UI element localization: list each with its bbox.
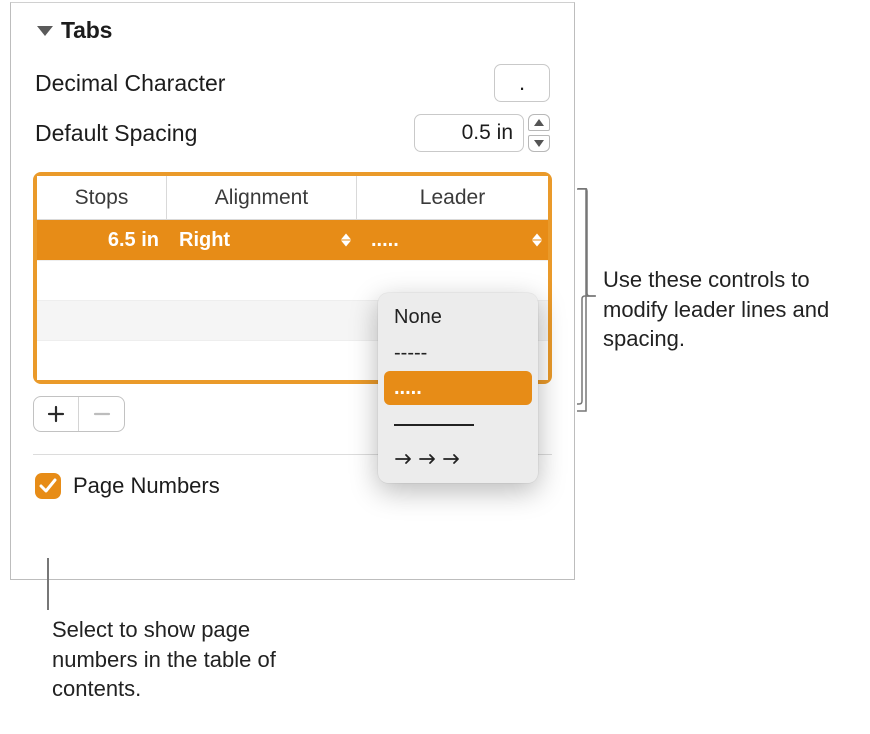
decimal-character-value: . [519,70,525,96]
stepper-up-button[interactable] [528,114,550,131]
tab-stop-row[interactable]: 6.5 in Right ..... [37,220,548,260]
leader-dropdown-menu: None ----- ..... [378,293,538,483]
tabs-section-header[interactable]: Tabs [33,15,552,58]
add-tabstop-button[interactable] [34,397,79,431]
tabs-panel: Tabs Decimal Character . Default Spacing… [10,2,575,580]
tab-alignment-select[interactable]: Right [167,220,357,260]
remove-tabstop-button[interactable] [79,397,124,431]
decimal-character-label: Decimal Character [35,70,225,97]
leader-option-none[interactable]: None [378,299,538,335]
default-spacing-stepper [528,114,550,152]
column-header-leader[interactable]: Leader [357,176,548,219]
leader-option-dots[interactable]: ..... [384,371,532,405]
callout-page-numbers: Select to show page numbers in the table… [52,615,312,704]
callout-bracket-icon [576,188,598,412]
leader-option-arrows[interactable] [378,441,538,477]
page-numbers-checkbox[interactable] [35,473,61,499]
stepper-down-button[interactable] [528,135,550,152]
column-header-alignment[interactable]: Alignment [167,176,357,219]
updown-chevron-icon [341,234,351,247]
tab-leader-select[interactable]: ..... [357,220,548,260]
tab-alignment-value: Right [179,229,230,252]
chevron-down-icon [37,25,53,37]
leader-option-underline[interactable] [378,405,538,441]
updown-chevron-icon [532,234,542,247]
section-title: Tabs [61,17,112,44]
add-remove-tabstop [33,396,125,432]
default-spacing-label: Default Spacing [35,120,197,147]
leader-option-dashes[interactable]: ----- [378,335,538,371]
checkmark-icon [39,478,57,494]
default-spacing-value: 0.5 in [462,121,513,145]
decimal-character-input[interactable]: . [494,64,550,102]
tab-stops-header: Stops Alignment Leader [37,176,548,220]
callout-leadline [47,558,49,610]
tab-stop-value[interactable]: 6.5 in [37,220,167,260]
column-header-stops[interactable]: Stops [37,176,167,219]
default-spacing-input[interactable]: 0.5 in [414,114,524,152]
default-spacing-row: Default Spacing 0.5 in [33,108,552,158]
page-numbers-label: Page Numbers [73,473,220,499]
callout-leader: Use these controls to modify leader line… [603,265,858,354]
decimal-character-row: Decimal Character . [33,58,552,108]
tab-leader-value: ..... [371,229,399,252]
